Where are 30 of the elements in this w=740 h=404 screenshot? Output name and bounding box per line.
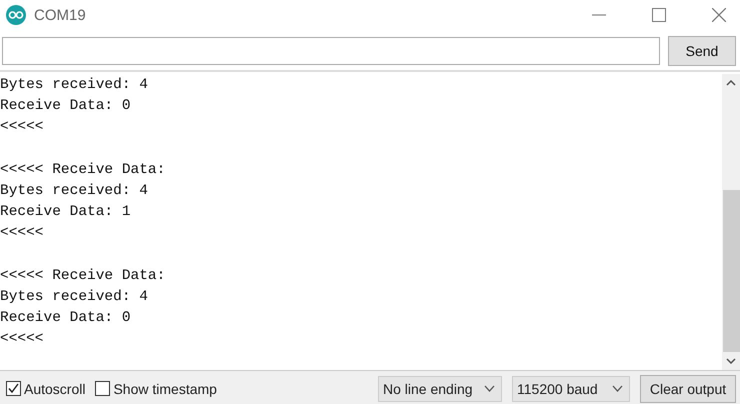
output-line: Bytes received: 4 [0,182,148,201]
scroll-up-icon[interactable] [726,80,736,86]
output-line: Receive Data: 1 [0,203,131,222]
maximize-icon[interactable] [652,8,666,22]
checkbox[interactable] [6,381,21,396]
checkbox[interactable] [95,381,110,396]
checkbox-label[interactable]: Autoscroll [24,380,86,396]
output-line: <<<<< [0,224,44,244]
app-logo-icon [6,5,26,25]
output-line: Bytes received: 4 [0,76,148,95]
checkbox-label[interactable]: Show timestamp [113,380,217,396]
output-line: <<<<< Receive Data: [0,160,166,180]
output-line: <<<<< Receive Data: [0,266,166,286]
message-input[interactable] [2,37,660,65]
window-title: COM19 [34,6,87,24]
scrollbar[interactable] [722,74,740,370]
output-line: <<<<< [0,118,44,138]
output-line: <<<<< [0,330,44,350]
chevron-down-icon [484,385,495,392]
chevron-down-icon [612,385,623,392]
dropdown[interactable]: 115200 baud [512,376,630,402]
clear-output-button[interactable]: Clear output [640,374,736,402]
send-button[interactable]: Send [668,36,736,66]
output-line: Receive Data: 0 [0,97,131,116]
close-icon[interactable] [712,8,726,22]
scrollbar-thumb[interactable] [722,190,740,352]
output-line: Bytes received: 4 [0,288,148,307]
output-line: Receive Data: 0 [0,309,131,328]
scroll-down-icon[interactable] [726,358,736,364]
dropdown[interactable]: No line ending [378,376,502,402]
